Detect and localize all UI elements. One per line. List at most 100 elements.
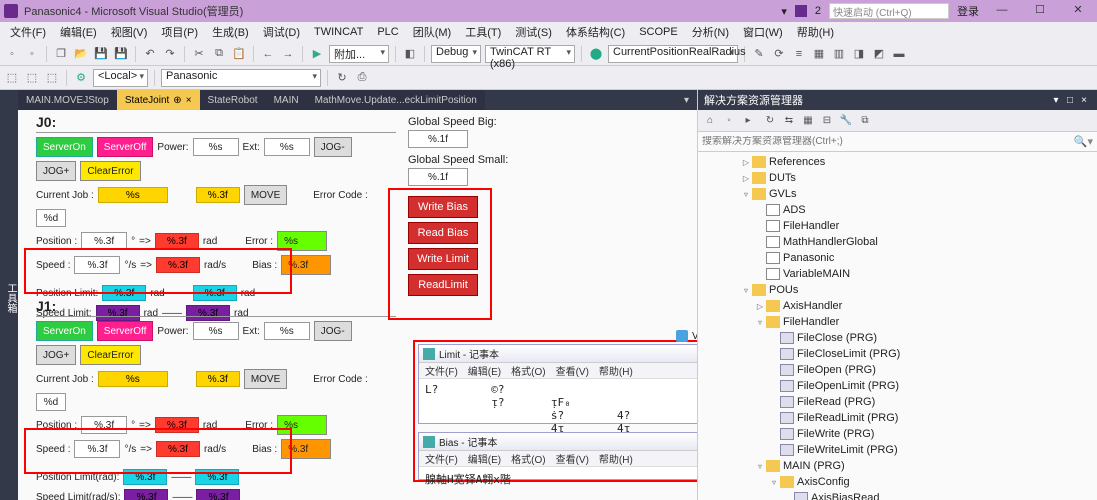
tabs-dropdown-icon[interactable]: ▾ (676, 90, 697, 110)
tree-node[interactable]: FileHandler (698, 218, 1097, 234)
quick-launch[interactable]: 快速启动 (Ctrl+Q) (829, 3, 949, 19)
menu-scope[interactable]: SCOPE (633, 24, 684, 40)
tree-node[interactable]: ▷DUTs (698, 170, 1097, 186)
search-icon[interactable]: 🔍 (1074, 135, 1088, 148)
menu-debug[interactable]: 调试(D) (257, 22, 306, 42)
menu-arch[interactable]: 体系结构(C) (560, 22, 631, 42)
solexp-search[interactable] (702, 136, 1074, 147)
menu-tools[interactable]: 工具(T) (459, 22, 507, 42)
j0-jogm-button[interactable]: JOG- (314, 137, 352, 157)
tab-movejstop[interactable]: MAIN.MOVEJStop (18, 90, 117, 110)
tb2-c-icon[interactable]: ⬚ (44, 70, 60, 86)
tool-d-icon[interactable]: ▦ (811, 46, 827, 62)
variablem-floating[interactable]: VariableM (676, 330, 697, 342)
tree-node[interactable]: FileWrite (PRG) (698, 426, 1097, 442)
j0-ext-field[interactable]: %s (264, 138, 310, 156)
nav-fwd-icon[interactable]: ◦ (24, 46, 40, 62)
j0-clearerror-button[interactable]: ClearError (80, 161, 140, 181)
se-prop-icon[interactable]: 🔧 (838, 113, 854, 129)
solexp-pin-icon[interactable]: □ (1063, 95, 1077, 106)
np-view[interactable]: 查看(V) (556, 363, 589, 378)
se-refresh-icon[interactable]: ↻ (762, 113, 778, 129)
close-button[interactable]: ✕ (1063, 2, 1093, 20)
tree-node[interactable]: FileRead (PRG) (698, 394, 1097, 410)
tool-h-icon[interactable]: ▬ (891, 46, 907, 62)
tool-g-icon[interactable]: ◩ (871, 46, 887, 62)
tree-node[interactable]: ▷References (698, 154, 1097, 170)
tool-f-icon[interactable]: ◨ (851, 46, 867, 62)
menu-edit[interactable]: 编辑(E) (54, 22, 103, 42)
new-icon[interactable]: ❐ (53, 46, 69, 62)
tool-c-icon[interactable]: ≡ (791, 46, 807, 62)
tab-staterobot[interactable]: StateRobot (200, 90, 266, 110)
notepad-limit[interactable]: Limit - 记事本 文件(F) 编辑(E) 格式(O) 查看(V) 帮助(H… (418, 344, 697, 424)
local-combo[interactable]: <Local> (93, 69, 148, 87)
config-combo[interactable]: Debug (431, 45, 481, 63)
tree-node[interactable]: VariableMAIN (698, 266, 1097, 282)
flag-icon[interactable] (795, 5, 807, 17)
tree-node[interactable]: ▿FileHandler (698, 314, 1097, 330)
tb2-e-icon[interactable]: ⎙ (354, 70, 370, 86)
search-dd-icon[interactable]: ▾ (1087, 135, 1093, 148)
login-link[interactable]: 登录 (957, 3, 979, 19)
tb2-a-icon[interactable]: ⬚ (4, 70, 20, 86)
menu-twincat[interactable]: TWINCAT (308, 24, 369, 40)
j0-serveroff-button[interactable]: ServerOff (97, 137, 154, 157)
se-showall-icon[interactable]: ▦ (800, 113, 816, 129)
tree-node[interactable]: ADS (698, 202, 1097, 218)
j0-power-field[interactable]: %s (193, 138, 239, 156)
solexp-close-icon[interactable]: × (1077, 95, 1091, 106)
nav-up-icon[interactable]: ← (260, 46, 276, 62)
start-icon[interactable]: ▶ (309, 46, 325, 62)
notepad-bias[interactable]: Bias - 记事本 文件(F) 编辑(E) 格式(O) 查看(V) 帮助(H)… (418, 432, 697, 480)
pin-icon[interactable]: ⊕ (173, 95, 181, 106)
tree-node[interactable]: FileOpenLimit (PRG) (698, 378, 1097, 394)
menu-view[interactable]: 视图(V) (105, 22, 154, 42)
tree-node[interactable]: ▿MAIN (PRG) (698, 458, 1097, 474)
cut-icon[interactable]: ✂ (191, 46, 207, 62)
attach-combo[interactable]: 附加... (329, 45, 389, 63)
tb2-b-icon[interactable]: ⬚ (24, 70, 40, 86)
se-fwd-icon[interactable]: ▸ (740, 113, 756, 129)
j1-jogm[interactable]: JOG- (314, 321, 352, 341)
se-sync-icon[interactable]: ⇆ (781, 113, 797, 129)
menu-team[interactable]: 团队(M) (407, 22, 458, 42)
j0-move-button[interactable]: MOVE (244, 185, 287, 205)
tree-node[interactable]: MathHandlerGlobal (698, 234, 1097, 250)
nav-dn-icon[interactable]: → (280, 46, 296, 62)
maximize-button[interactable]: ☐ (1025, 2, 1055, 20)
gsb-field[interactable]: %.1f (408, 130, 468, 148)
notepad-bias-body[interactable]: 腺軸H宽铎A翱x階 (419, 467, 697, 491)
saveall-icon[interactable]: 💾 (113, 46, 129, 62)
se-back-icon[interactable]: ◦ (721, 113, 737, 129)
paste-icon[interactable]: 📋 (231, 46, 247, 62)
tree-node[interactable]: ▿POUs (698, 282, 1097, 298)
tree-node[interactable]: ▿AxisConfig (698, 474, 1097, 490)
gss-field[interactable]: %.1f (408, 168, 468, 186)
j1-move[interactable]: MOVE (244, 369, 287, 389)
tool-a-icon[interactable]: ✎ (751, 46, 767, 62)
tool-e-icon[interactable]: ▥ (831, 46, 847, 62)
tree-node[interactable]: AxisBiasRead (698, 490, 1097, 500)
j1-serveroff-button[interactable]: ServerOff (97, 321, 154, 341)
plc-icon[interactable]: ⬤ (588, 46, 604, 62)
platform-combo[interactable]: TwinCAT RT (x86) (485, 45, 575, 63)
solexp-tree[interactable]: ▷References▷DUTs▿GVLsADSFileHandlerMathH… (698, 152, 1097, 500)
j1-jogp[interactable]: JOG+ (36, 345, 76, 365)
tree-node[interactable]: Panasonic (698, 250, 1097, 266)
minimize-button[interactable]: — (987, 2, 1017, 20)
j1-clear[interactable]: ClearError (80, 345, 140, 365)
redo-icon[interactable]: ↷ (162, 46, 178, 62)
tree-node[interactable]: FileClose (PRG) (698, 330, 1097, 346)
notif-down-icon[interactable]: ▾ (781, 5, 787, 18)
tree-node[interactable]: FileWriteLimit (PRG) (698, 442, 1097, 458)
tree-node[interactable]: FileOpen (PRG) (698, 362, 1097, 378)
save-icon[interactable]: 💾 (93, 46, 109, 62)
tab-main[interactable]: MAIN (266, 90, 307, 110)
np-file[interactable]: 文件(F) (425, 363, 458, 378)
tab-statejoint[interactable]: StateJoint⊕× (117, 90, 200, 110)
tb2-d-icon[interactable]: ↻ (334, 70, 350, 86)
se-home-icon[interactable]: ⌂ (702, 113, 718, 129)
mode-icon[interactable]: ◧ (402, 46, 418, 62)
menu-project[interactable]: 项目(P) (155, 22, 204, 42)
